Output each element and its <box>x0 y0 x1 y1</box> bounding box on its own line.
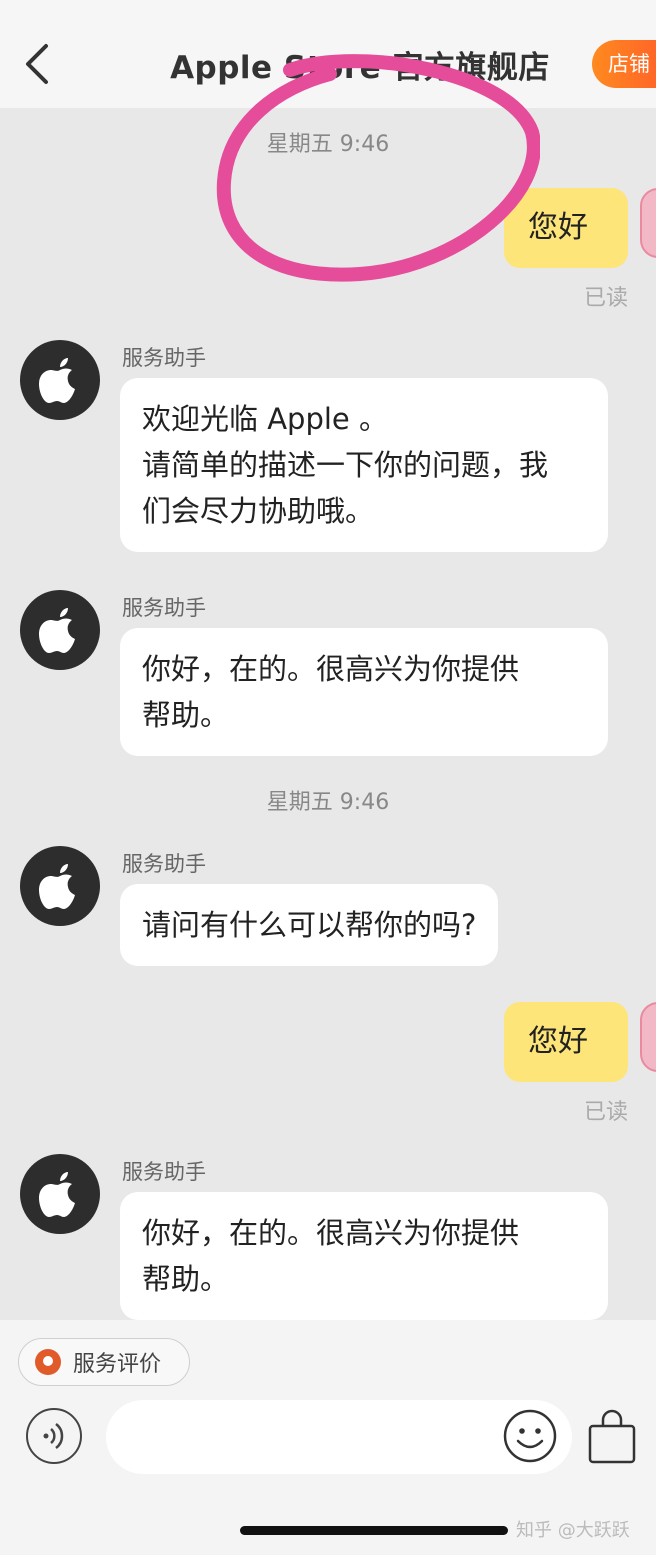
rating-label: 服务评价 <box>73 1352 162 1377</box>
rating-icon <box>35 1349 61 1375</box>
bot-avatar[interactable] <box>20 846 100 926</box>
page-title: Apple Store 官方旗舰店 <box>170 50 550 86</box>
message-text: 您好 <box>528 1024 588 1059</box>
home-indicator <box>240 1526 508 1535</box>
chat-area[interactable]: 星期五 9:46 您好 已读 服务助手 欢迎光临 Apple 。 请简单的描述一… <box>0 108 656 1320</box>
message-line: 欢迎光临 Apple 。 <box>142 402 388 436</box>
input-area: 服务评价 知乎 @大跃跃 <box>0 1320 656 1555</box>
bot-avatar[interactable] <box>20 590 100 670</box>
apple-logo-icon <box>39 358 75 403</box>
message-line: 们会尽力协助哦。 <box>142 494 375 528</box>
user-avatar[interactable] <box>640 1002 656 1072</box>
message-line: 请简单的描述一下你的问题，我 <box>142 448 549 482</box>
my-message-bubble[interactable]: 您好 <box>504 1002 628 1082</box>
sender-name: 服务助手 <box>122 596 206 620</box>
read-status: 已读 <box>583 286 628 311</box>
message-line: 帮助。 <box>142 1262 230 1296</box>
apple-logo-icon <box>39 608 75 653</box>
bot-avatar[interactable] <box>20 1154 100 1234</box>
shop-button[interactable]: 店铺 <box>592 40 656 88</box>
apple-logo-icon <box>39 864 75 909</box>
my-message-bubble[interactable]: 您好 <box>504 188 628 268</box>
emoji-icon[interactable] <box>502 1408 558 1464</box>
message-line: 请问有什么可以帮你的吗? <box>142 908 477 942</box>
message-line: 帮助。 <box>142 698 230 732</box>
user-avatar[interactable] <box>640 188 656 258</box>
shopping-bag-icon[interactable] <box>584 1408 640 1466</box>
timestamp: 星期五 9:46 <box>266 790 390 815</box>
sender-name: 服务助手 <box>122 1160 206 1184</box>
bot-message-bubble[interactable]: 你好，在的。很高兴为你提供 帮助。 <box>120 628 608 756</box>
message-line: 你好，在的。很高兴为你提供 <box>142 652 520 686</box>
voice-icon[interactable] <box>26 1408 82 1464</box>
watermark: 知乎 @大跃跃 <box>516 1520 630 1541</box>
bot-message-bubble[interactable]: 欢迎光临 Apple 。 请简单的描述一下你的问题，我 们会尽力协助哦。 <box>120 378 608 552</box>
apple-logo-icon <box>39 1172 75 1217</box>
timestamp: 星期五 9:46 <box>266 132 390 157</box>
service-rating-button[interactable]: 服务评价 <box>18 1338 190 1386</box>
message-line: 你好，在的。很高兴为你提供 <box>142 1216 520 1250</box>
read-status: 已读 <box>583 1100 628 1125</box>
message-text: 您好 <box>528 210 588 245</box>
bot-avatar[interactable] <box>20 340 100 420</box>
bot-message-bubble[interactable]: 你好，在的。很高兴为你提供 帮助。 <box>120 1192 608 1320</box>
back-icon[interactable] <box>22 42 56 86</box>
bot-message-bubble[interactable]: 请问有什么可以帮你的吗? <box>120 884 499 966</box>
sender-name: 服务助手 <box>122 852 206 876</box>
sender-name: 服务助手 <box>122 346 206 370</box>
chat-header: Apple Store 官方旗舰店 店铺 <box>0 0 656 108</box>
